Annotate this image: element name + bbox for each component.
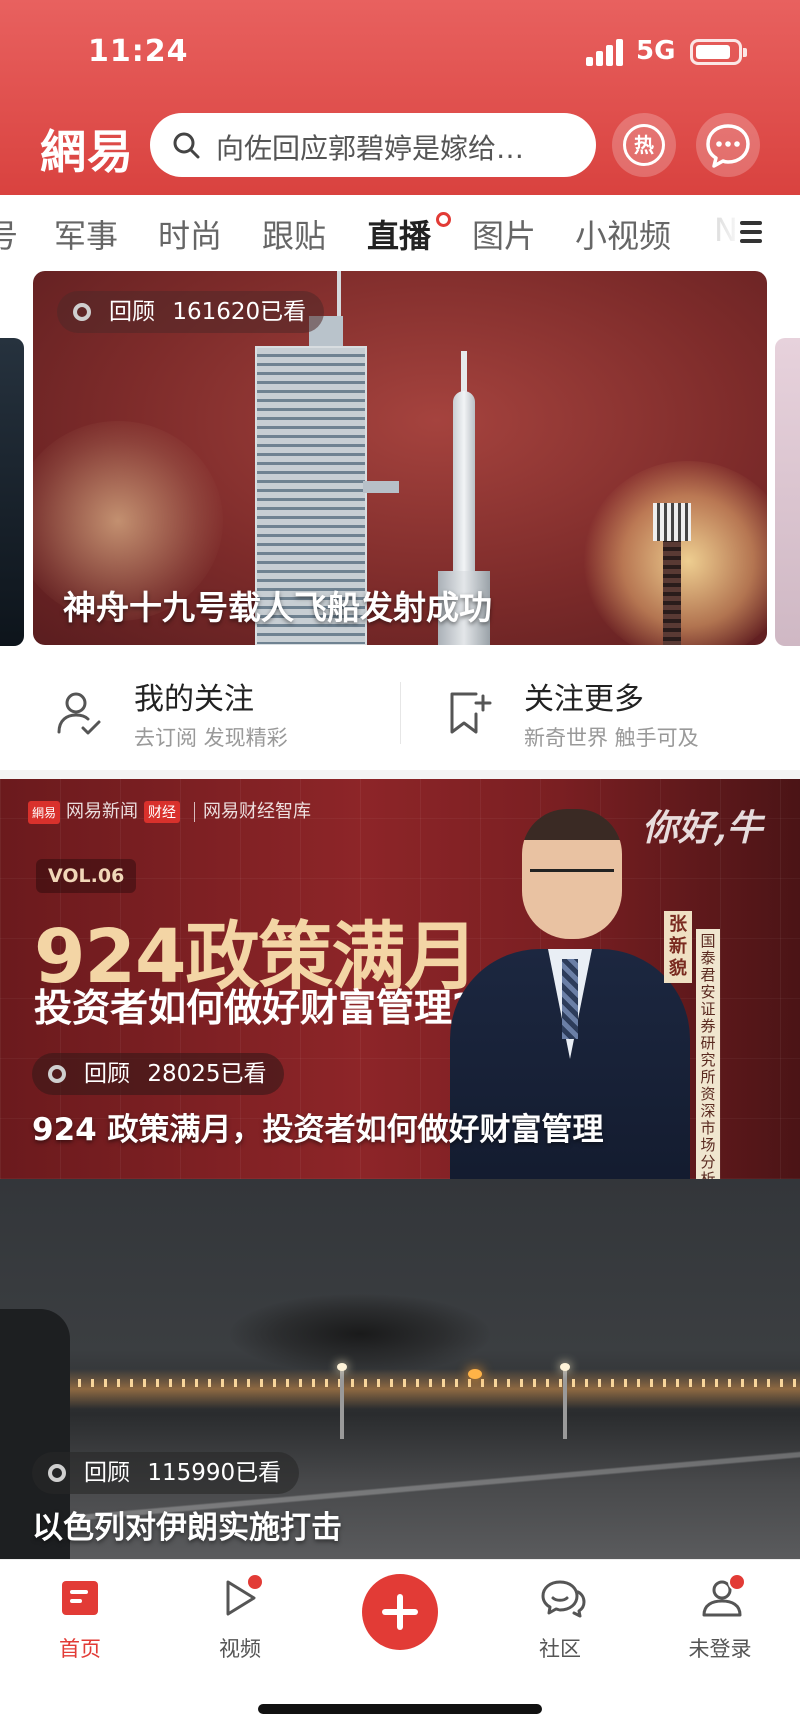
- nav-video[interactable]: 视频: [180, 1560, 300, 1680]
- replay-icon: [73, 303, 91, 321]
- rocket-escape-tower: [461, 351, 467, 396]
- netease-logo: 網易: [40, 125, 134, 179]
- tower-arm: [363, 481, 399, 493]
- street-light: [337, 1363, 347, 1439]
- replay-icon: [48, 1065, 66, 1083]
- replay-badge: 回顾 115990已看: [32, 1452, 300, 1494]
- carousel-next-card[interactable]: [775, 338, 800, 646]
- tab-live[interactable]: 直播: [367, 211, 431, 257]
- search-icon: [173, 132, 200, 159]
- search-bar[interactable]: 向佐回应郭碧婷是嫁给…: [150, 113, 596, 177]
- brand-name: 网易新闻: [66, 801, 139, 822]
- hot-button[interactable]: 热: [612, 113, 676, 177]
- volume-tag: VOL.06: [36, 859, 137, 893]
- hot-icon: 热: [623, 124, 665, 166]
- my-follows[interactable]: 我的关注 去订阅 发现精彩: [54, 646, 384, 779]
- host-name: 张新貌: [664, 911, 692, 983]
- replay-views: 161620已看: [172, 299, 307, 325]
- lightning-tower-top: [653, 503, 691, 541]
- headline-sub: 投资者如何做好财富管理?: [34, 986, 475, 1030]
- status-bar: 11:24 5G: [0, 0, 800, 100]
- city-glow: [0, 1369, 800, 1409]
- hero-title: 神舟十九号载人飞船发射成功: [63, 588, 492, 627]
- signal-icon: [586, 38, 626, 66]
- nav-video-label: 视频: [219, 1637, 261, 1661]
- nav-profile[interactable]: 未登录: [660, 1560, 780, 1680]
- follow-more[interactable]: 关注更多 新奇世界 触手可及: [444, 646, 774, 779]
- search-placeholder: 向佐回应郭碧婷是嫁给…: [216, 132, 525, 165]
- netease-mini-logo: 網易: [28, 800, 61, 824]
- publish-plus-button[interactable]: [362, 1574, 438, 1650]
- carousel-prev-card[interactable]: [0, 338, 24, 646]
- message-icon: [706, 124, 750, 168]
- nav-community-label: 社区: [539, 1637, 581, 1661]
- replay-badge: 回顾 161620已看: [57, 291, 325, 333]
- network-type: 5G: [636, 36, 676, 66]
- video-notification-dot: [246, 1573, 264, 1591]
- host-org: 国泰君安证券研究所资深市场分析师: [696, 929, 720, 1179]
- replay-badge: 回顾 28025已看: [32, 1053, 285, 1095]
- street-light: [560, 1363, 570, 1439]
- tab-fashion[interactable]: 时尚: [158, 211, 222, 257]
- section-separator: [0, 770, 800, 779]
- status-time: 11:24: [88, 34, 189, 69]
- replay-status: 回顾: [84, 1460, 130, 1486]
- card-title: 924 政策满月，投资者如何做好财富管理: [32, 1112, 604, 1148]
- nav-home-label: 首页: [59, 1637, 101, 1661]
- message-button[interactable]: [696, 113, 760, 177]
- nav-profile-label: 未登录: [688, 1637, 752, 1661]
- brand-sub: 网易财经智库: [203, 801, 312, 822]
- feed-card-news[interactable]: 回顾 115990已看 以色列对伊朗实施打击: [0, 1179, 800, 1559]
- city-lights: [0, 1379, 800, 1387]
- community-icon: [541, 1580, 586, 1618]
- nav-community[interactable]: 社区: [500, 1560, 620, 1680]
- tab-photos[interactable]: 图片: [472, 211, 536, 257]
- finance-tag: 财经: [144, 801, 181, 823]
- follow-more-subtitle: 新奇世界 触手可及: [524, 726, 699, 750]
- nav-home[interactable]: 首页: [20, 1560, 140, 1680]
- my-follows-subtitle: 去订阅 发现精彩: [134, 726, 288, 750]
- tab-military[interactable]: 军事: [54, 211, 118, 257]
- replay-icon: [48, 1464, 66, 1482]
- tab-comments[interactable]: 跟贴: [262, 211, 326, 257]
- tab-short-video[interactable]: 小视频: [575, 211, 671, 257]
- channel-tabs: 号 军事 时尚 跟贴 直播 图片 小视频 N: [0, 195, 800, 271]
- battery-icon: [690, 39, 747, 65]
- fire-glow: [468, 1369, 482, 1379]
- home-icon: [62, 1581, 98, 1615]
- follow-divider: [400, 682, 401, 744]
- brand-line: 網易 网易新闻 财经 网易财经智库: [28, 797, 311, 824]
- profile-notification-dot: [728, 1573, 746, 1591]
- replay-status: 回顾: [109, 299, 155, 325]
- home-indicator: [258, 1704, 542, 1714]
- tab-partial-left[interactable]: 号: [0, 211, 18, 257]
- card-title: 以色列对伊朗实施打击: [32, 1510, 342, 1546]
- replay-status: 回顾: [84, 1061, 130, 1087]
- follow-more-title: 关注更多: [524, 682, 644, 717]
- bookmark-add-icon: [450, 692, 492, 734]
- smoke-plume: [230, 1294, 490, 1374]
- my-follows-title: 我的关注: [134, 682, 254, 717]
- replay-views: 28025已看: [147, 1061, 267, 1087]
- live-tab-dot: [436, 212, 451, 227]
- replay-views: 115990已看: [147, 1460, 282, 1486]
- channel-menu-icon[interactable]: [740, 219, 766, 245]
- hero-live-card[interactable]: 回顾 161620已看 神舟十九号载人飞船发射成功: [33, 271, 767, 645]
- feed-card-finance[interactable]: 網易 网易新闻 财经 网易财经智库 你好,牛 VOL.06 924政策满月 投资者如何…: [0, 779, 800, 1179]
- user-check-icon: [57, 692, 101, 735]
